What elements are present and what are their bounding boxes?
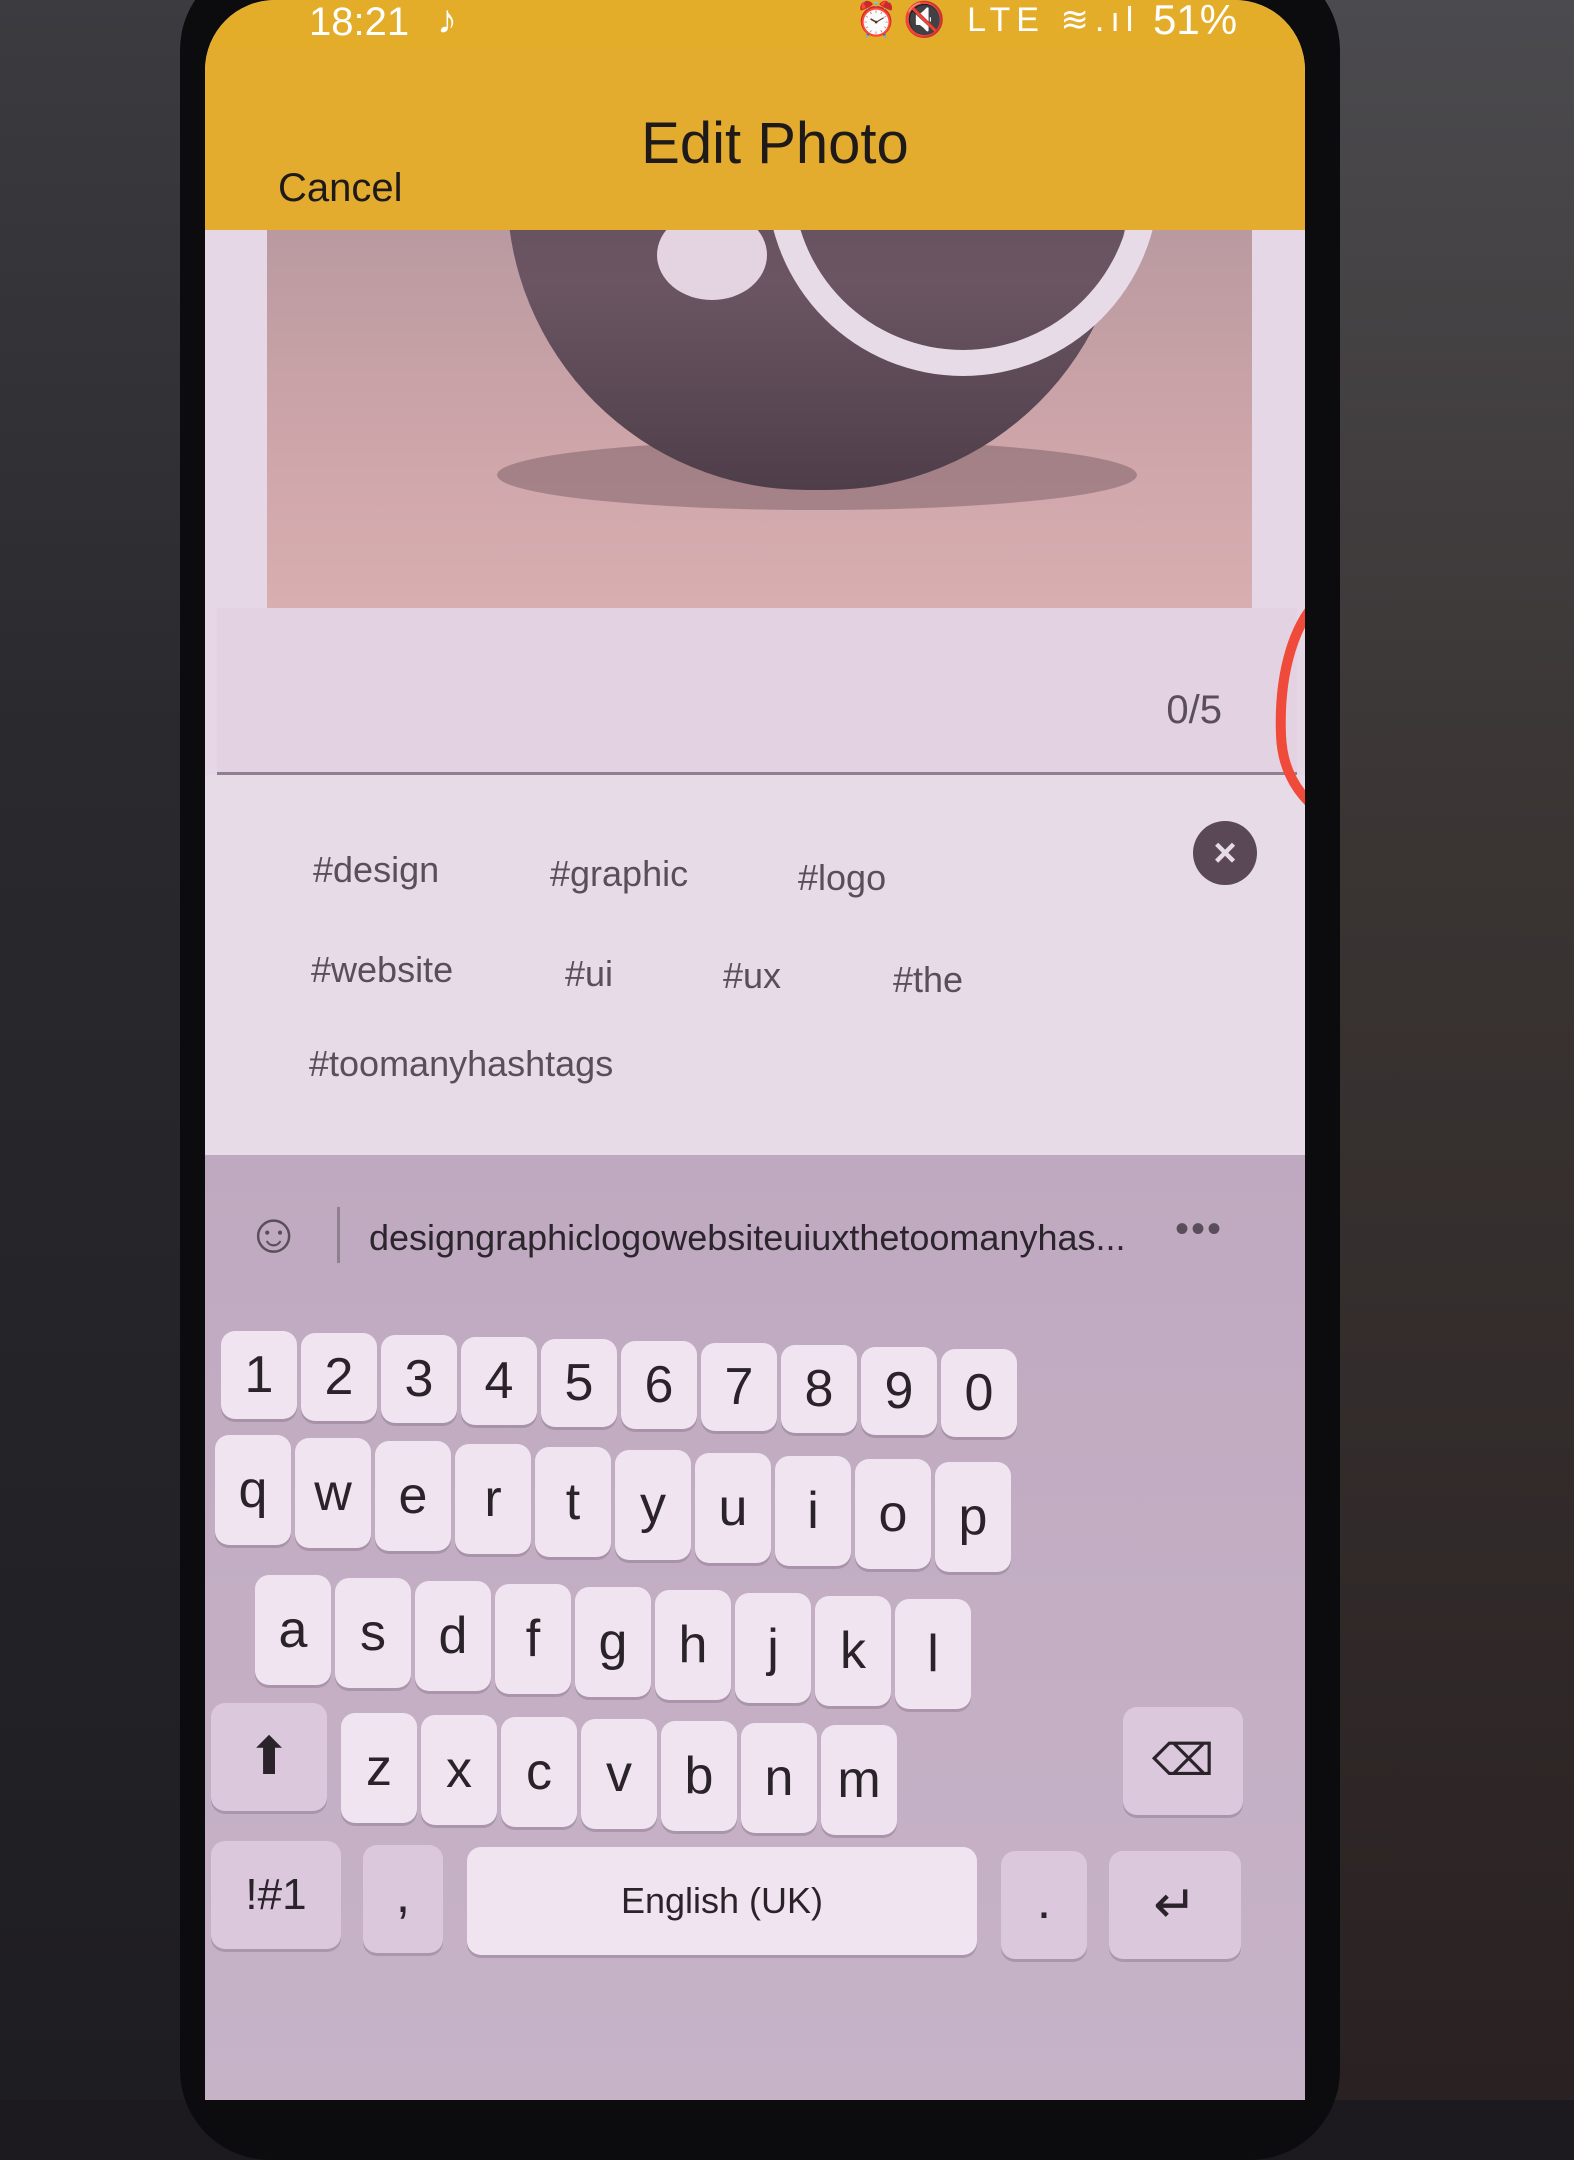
hashtag-input[interactable]: 0/5 — [217, 608, 1297, 772]
music-note-icon: ♪ — [437, 0, 457, 42]
status-time: 18:21 — [309, 0, 410, 44]
app-header: Edit Photo Cancel — [205, 48, 1305, 230]
backspace-key[interactable]: ⌫ — [1123, 1707, 1243, 1815]
key-5[interactable]: 5 — [541, 1339, 617, 1427]
key-o[interactable]: o — [855, 1459, 931, 1569]
hashtag-chip[interactable]: #toomanyhashtags — [309, 1043, 613, 1085]
more-options-icon[interactable]: ••• — [1175, 1207, 1223, 1252]
key-3[interactable]: 3 — [381, 1335, 457, 1423]
key-j[interactable]: j — [735, 1593, 811, 1703]
key-w[interactable]: w — [295, 1438, 371, 1548]
space-key[interactable]: English (UK) — [467, 1847, 977, 1955]
key-g[interactable]: g — [575, 1587, 651, 1697]
key-u[interactable]: u — [695, 1453, 771, 1563]
photo-preview — [267, 230, 1252, 608]
key-4[interactable]: 4 — [461, 1337, 537, 1425]
key-d[interactable]: d — [415, 1581, 491, 1691]
key-l[interactable]: l — [895, 1599, 971, 1709]
hashtag-chip[interactable]: #logo — [798, 857, 886, 899]
key-q[interactable]: q — [215, 1435, 291, 1545]
enter-icon: ↵ — [1153, 1876, 1197, 1934]
hashtag-counter: 0/5 — [1166, 688, 1222, 732]
key-c[interactable]: c — [501, 1717, 577, 1827]
status-bar: 18:21 ♪ ⏰🔇 LTE ≋.ıl 51% — [205, 0, 1305, 48]
hashtag-suggestions: #design #graphic #logo #website #ui #ux … — [205, 775, 1305, 1155]
suggestion-bar: ☺ designgraphiclogowebsiteuiuxthetoomany… — [205, 1155, 1305, 1305]
key-k[interactable]: k — [815, 1596, 891, 1706]
key-x[interactable]: x — [421, 1715, 497, 1825]
key-p[interactable]: p — [935, 1462, 1011, 1572]
backspace-icon: ⌫ — [1151, 1736, 1215, 1785]
key-h[interactable]: h — [655, 1590, 731, 1700]
key-8[interactable]: 8 — [781, 1345, 857, 1433]
key-f[interactable]: f — [495, 1584, 571, 1694]
key-6[interactable]: 6 — [621, 1341, 697, 1429]
comma-key[interactable]: , — [363, 1845, 443, 1953]
close-icon[interactable]: × — [1193, 821, 1257, 885]
key-t[interactable]: t — [535, 1447, 611, 1557]
phone-screen: 18:21 ♪ ⏰🔇 LTE ≋.ıl 51% Edit Photo Cance… — [205, 0, 1305, 2100]
symbols-key[interactable]: !#1 — [211, 1841, 341, 1949]
key-e[interactable]: e — [375, 1441, 451, 1551]
key-0[interactable]: 0 — [941, 1349, 1017, 1437]
hashtag-chip[interactable]: #graphic — [550, 853, 688, 895]
shift-icon: ⬆ — [247, 1728, 291, 1786]
key-1[interactable]: 1 — [221, 1331, 297, 1419]
hashtag-chip[interactable]: #website — [311, 949, 453, 991]
key-2[interactable]: 2 — [301, 1333, 377, 1421]
key-m[interactable]: m — [821, 1725, 897, 1835]
hashtag-chip[interactable]: #ux — [723, 955, 781, 997]
key-y[interactable]: y — [615, 1450, 691, 1560]
hashtag-chip[interactable]: #ui — [565, 953, 613, 995]
battery-percent: 51% — [1153, 0, 1238, 43]
key-7[interactable]: 7 — [701, 1343, 777, 1431]
hashtag-chip[interactable]: #design — [313, 849, 439, 891]
key-9[interactable]: 9 — [861, 1347, 937, 1435]
key-r[interactable]: r — [455, 1444, 531, 1554]
hashtag-chip[interactable]: #the — [893, 959, 963, 1001]
enter-key[interactable]: ↵ — [1109, 1851, 1241, 1959]
cancel-button[interactable]: Cancel — [278, 166, 403, 211]
key-v[interactable]: v — [581, 1719, 657, 1829]
emoji-sync-icon[interactable]: ☺ — [245, 1200, 302, 1265]
key-i[interactable]: i — [775, 1456, 851, 1566]
on-screen-keyboard: ☺ designgraphiclogowebsiteuiuxthetoomany… — [205, 1155, 1305, 2100]
key-a[interactable]: a — [255, 1575, 331, 1685]
key-b[interactable]: b — [661, 1721, 737, 1831]
key-s[interactable]: s — [335, 1578, 411, 1688]
period-key[interactable]: . — [1001, 1851, 1087, 1959]
status-icons: ⏰🔇 LTE ≋.ıl — [855, 1, 1140, 39]
key-z[interactable]: z — [341, 1713, 417, 1823]
word-suggestion[interactable]: designgraphiclogowebsiteuiuxthetoomanyha… — [369, 1217, 1126, 1259]
shift-key[interactable]: ⬆ — [211, 1703, 327, 1811]
key-n[interactable]: n — [741, 1723, 817, 1833]
